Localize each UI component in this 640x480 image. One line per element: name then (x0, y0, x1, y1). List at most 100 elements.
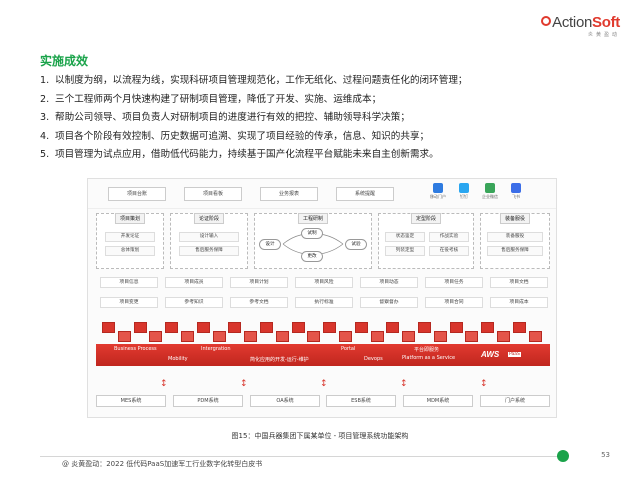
component-cube (291, 322, 305, 333)
logo-mark-icon (541, 16, 552, 26)
app-label: 钉钉 (460, 194, 468, 199)
phase-item: 售后服务保障 (179, 246, 239, 256)
platform-bar: Business Process Mobility Intergration 简… (96, 344, 550, 366)
footer-divider (40, 456, 560, 457)
component-cube (402, 331, 416, 342)
phase-item: 总体策划 (105, 246, 155, 256)
phase-title: 装备服役 (499, 213, 531, 224)
system-box: ESB系统 (326, 395, 396, 407)
module-box: 参考知识 (165, 297, 223, 308)
phase-engineering: 工程研制 设计 试制 试验 更改 (254, 213, 372, 269)
component-cube (212, 331, 226, 342)
component-cube (117, 331, 131, 342)
component-cube (228, 322, 242, 333)
module-box: 项目成员 (165, 277, 223, 288)
aws-logo: AWS (481, 350, 500, 359)
component-cube (528, 331, 542, 342)
label-business-process: Business Process (114, 346, 157, 352)
module-box: 执行标准 (295, 297, 353, 308)
phase-title: 论证阶段 (193, 213, 225, 224)
phase-title: 定型阶段 (410, 213, 442, 224)
component-cube (433, 331, 447, 342)
app-label: 企业微信 (482, 194, 498, 199)
module-box: 项目信息 (100, 277, 158, 288)
component-cube (244, 331, 258, 342)
phase-item: 作战实验 (429, 232, 469, 242)
double-arrow-icon: ↕ (320, 379, 328, 389)
module-box: 项目风险 (295, 277, 353, 288)
component-cube (323, 322, 337, 333)
component-cube (339, 331, 352, 342)
list-item: 4. 项目各个阶段有效控制、历史数据可追溯、实现了项目经验的传承，信息、知识的共享… (40, 128, 620, 147)
logo-subtitle: 炎黄盈动 (587, 32, 620, 38)
component-cube (307, 331, 321, 342)
system-box: MES系统 (96, 395, 166, 407)
module-box: 项目成本 (490, 297, 548, 308)
tab-project-board: 项目看板 (184, 187, 242, 201)
item-text: 项目各个阶段有效控制、历史数据可追溯、实现了项目经验的传承，信息、知识的共享； (55, 130, 430, 142)
system-box: PDM系统 (173, 395, 243, 407)
label-paas-cn: 平台即服务 (414, 347, 440, 353)
module-box: 督察督办 (360, 297, 418, 308)
phase-item: 状态鉴定 (385, 232, 425, 242)
diagram-top-row: 项目台账 项目看板 业务报表 系统提醒 移动门户 钉钉 企业微信 飞书 (88, 179, 556, 209)
module-box: 项目文档 (490, 277, 548, 288)
module-box: 项目动态 (360, 277, 418, 288)
project-phases: 项目策划 开发论证 总体策划 论证阶段 设计输入 售后服务保障 工程研制 设计 … (96, 213, 550, 271)
step-trial: 试制 (301, 228, 323, 239)
list-item: 1. 以制度为纲，以流程为线，实现科研项目管理规范化，工作无纸化、过程问题责任化的… (40, 72, 620, 91)
dingtalk-app: 钉钉 (456, 183, 472, 200)
double-arrow-icon: ↕ (480, 379, 488, 389)
component-cube (449, 322, 463, 333)
component-cube (149, 331, 163, 342)
double-arrow-icon: ↕ (400, 379, 408, 389)
item-text: 项目管理为试点应用，借助低代码能力，持续基于国产化流程平台赋能未来自主创新需求。 (55, 149, 439, 160)
paas-tag: PaaS (508, 352, 521, 357)
tab-system-reminder: 系统提醒 (336, 187, 394, 201)
component-cubes (96, 319, 550, 345)
phase-demonstration: 论证阶段 设计输入 售后服务保障 (170, 213, 248, 269)
label-portal: Portal (341, 346, 356, 352)
module-box: 参考文档 (230, 297, 288, 308)
item-text: 帮助公司领导、项目负责人对研制项目的进度进行有效的把控、辅助领导科学决策； (55, 112, 410, 123)
phase-item: 售后服务保障 (487, 246, 543, 256)
phase-item: 列装定型 (385, 246, 425, 256)
step-test: 试验 (345, 239, 367, 250)
tab-project-ledger: 项目台账 (108, 187, 166, 201)
phase-title: 项目策划 (114, 213, 146, 224)
system-box: 门户系统 (480, 395, 550, 407)
step-design: 设计 (259, 239, 281, 250)
label-devops: Devops (364, 356, 383, 362)
logo-brand-a: Action (552, 14, 593, 31)
item-number: 3. (40, 112, 50, 123)
list-item: 2. 三个工程师两个月快速构建了研制项目管理，降低了开发、实施、运维成本； (40, 91, 620, 110)
results-list: 1. 以制度为纲，以流程为线，实现科研项目管理规范化，工作无纸化、过程问题责任化的… (40, 72, 620, 165)
page-number: 53 (601, 451, 610, 459)
component-cube (133, 322, 147, 333)
feishu-icon (511, 183, 521, 193)
phase-finalization: 定型阶段 状态鉴定 作战实验 列装定型 在役考核 (378, 213, 474, 269)
step-change: 更改 (301, 251, 323, 262)
list-item: 3. 帮助公司领导、项目负责人对研制项目的进度进行有效的把控、辅助领导科学决策； (40, 109, 620, 128)
double-arrow-icon: ↕ (160, 379, 168, 389)
dingtalk-icon (459, 183, 469, 193)
wecom-icon (485, 183, 495, 193)
app-label: 移动门户 (430, 194, 446, 199)
module-box: 项目合同 (425, 297, 483, 308)
item-number: 1. (40, 75, 50, 86)
module-box: 项目任务 (425, 277, 483, 288)
app-label: 飞书 (512, 194, 520, 199)
label-paas-en: Platform as a Service (402, 355, 456, 361)
item-number: 2. (40, 93, 50, 105)
item-number: 5. (40, 149, 50, 160)
item-number: 4. (40, 130, 50, 142)
project-modules: 项目信息 项目成员 项目计划 项目风险 项目动态 项目任务 项目文档 项目变更 … (96, 275, 550, 315)
architecture-diagram: 项目台账 项目看板 业务报表 系统提醒 移动门户 钉钉 企业微信 飞书 项目策划… (87, 178, 557, 418)
component-cube (465, 331, 479, 342)
phase-item: 设计输入 (179, 232, 239, 242)
feishu-app: 飞书 (508, 183, 524, 200)
label-lowcode: 简化应用的开发-运行-维护 (250, 357, 309, 363)
system-box: MDM系统 (403, 395, 473, 407)
component-cube (354, 322, 368, 333)
module-box: 项目计划 (230, 277, 288, 288)
